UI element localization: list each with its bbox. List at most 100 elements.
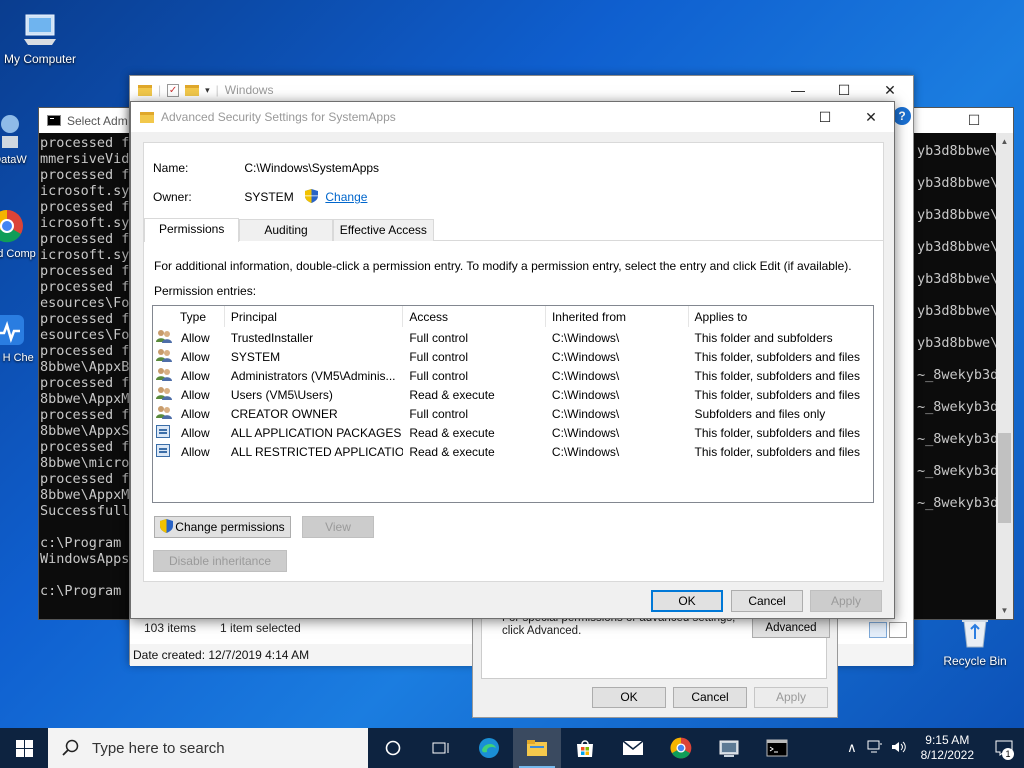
taskbar-command-prompt[interactable]: [753, 728, 801, 768]
desktop-icon-pc-health[interactable]: PC H Che: [0, 310, 40, 364]
users-icon: [153, 367, 175, 384]
desktop-icon-chrome[interactable]: Wind Comp: [0, 206, 38, 260]
permissions-panel: Name: C:\Windows\SystemApps Owner: SYSTE…: [143, 142, 884, 582]
entry-principal: CREATOR OWNER: [230, 406, 338, 421]
column-header-type[interactable]: Type: [153, 306, 225, 327]
large-icons-view-button[interactable]: [889, 622, 907, 638]
entry-access: Full control: [409, 349, 468, 364]
ok-button[interactable]: OK: [592, 687, 666, 708]
entry-type: Allow: [180, 330, 210, 345]
taskbar-store[interactable]: [561, 728, 609, 768]
console-line: ~_8wekyb3d: [917, 495, 999, 511]
apply-button[interactable]: Apply: [754, 687, 828, 708]
properties-icon[interactable]: ✓: [167, 83, 180, 97]
name-value: C:\Windows\SystemApps: [244, 161, 380, 175]
close-button[interactable]: ✕: [848, 102, 894, 132]
apply-button[interactable]: Apply: [810, 590, 882, 612]
console-line: ~_8wekyb3d: [917, 367, 999, 383]
permission-entry-row[interactable]: Allow TrustedInstaller Full control C:\Wind…: [153, 328, 873, 347]
cancel-button[interactable]: Cancel: [731, 590, 803, 612]
network-icon[interactable]: [863, 740, 887, 757]
desktop-icon-label: PC H Che: [0, 352, 34, 364]
maximize-button[interactable]: ☐: [951, 108, 997, 133]
permission-entry-row[interactable]: Allow CREATOR OWNER Full control C:\Windows…: [153, 404, 873, 423]
users-icon: [153, 386, 175, 403]
entry-principal: Administrators (VM5\Adminis...: [230, 368, 396, 383]
name-row: Name: C:\Windows\SystemApps: [153, 161, 379, 175]
advanced-note-line: click Advanced.: [502, 625, 582, 637]
minimize-button[interactable]: —: [775, 76, 821, 104]
desktop-icon-label: Recycle Bin: [943, 654, 1007, 668]
ok-button[interactable]: OK: [651, 590, 723, 612]
cortana-button[interactable]: [369, 728, 417, 768]
console-scrollbar[interactable]: ▲ ▼: [996, 133, 1013, 619]
maximize-button[interactable]: ☐: [802, 102, 848, 132]
details-view-button[interactable]: [869, 622, 887, 638]
system-tray: ∧ 9:15 AM 8/12/2022 1: [841, 728, 1024, 768]
change-permissions-button[interactable]: Change permissions: [154, 516, 291, 538]
clock[interactable]: 9:15 AM 8/12/2022: [911, 733, 984, 763]
taskbar-mail[interactable]: [609, 728, 657, 768]
notifications-button[interactable]: 1: [984, 728, 1024, 768]
maximize-button[interactable]: ☐: [821, 76, 867, 104]
column-header-access[interactable]: Access: [403, 306, 546, 327]
taskbar-system-config[interactable]: [705, 728, 753, 768]
taskbar-edge[interactable]: [465, 728, 513, 768]
cancel-button[interactable]: Cancel: [673, 687, 747, 708]
column-header-applies-to[interactable]: Applies to: [689, 306, 873, 327]
permission-entry-row[interactable]: Allow SYSTEM Full control C:\Windows\ This f…: [153, 347, 873, 366]
new-folder-icon[interactable]: [185, 84, 200, 96]
desktop-icon-my-computer[interactable]: My Computer: [0, 10, 80, 66]
entry-applies-to: This folder, subfolders and files: [694, 387, 860, 402]
column-header-principal[interactable]: Principal: [225, 306, 404, 327]
entry-applies-to: This folder and subfolders: [694, 330, 833, 345]
windows-logo-icon: [15, 739, 33, 757]
taskbar-chrome[interactable]: [657, 728, 705, 768]
clock-date: 8/12/2022: [920, 748, 974, 762]
desktop-icon-label: My Computer: [3, 52, 77, 66]
permission-entry-row[interactable]: Allow ALL APPLICATION PACKAGES Read & exec…: [153, 423, 873, 442]
advanced-security-dialog[interactable]: Advanced Security Settings for SystemApp…: [130, 101, 895, 619]
scroll-up-arrow-icon[interactable]: ▲: [996, 133, 1013, 150]
entry-principal: ALL RESTRICTED APPLICATIO...: [230, 444, 404, 459]
users-icon: [153, 329, 175, 346]
task-view-button[interactable]: [417, 728, 465, 768]
advanced-button[interactable]: Advanced: [752, 618, 830, 638]
taskbar: Type here to search ∧ 9:15 AM 8/12/2022: [0, 728, 1024, 768]
taskbar-file-explorer[interactable]: [513, 728, 561, 768]
change-permissions-label: Change permissions: [175, 520, 285, 534]
dialog-titlebar[interactable]: Advanced Security Settings for SystemApp…: [131, 102, 894, 132]
entry-applies-to: Subfolders and files only: [694, 406, 826, 421]
change-owner-link[interactable]: Change: [325, 190, 367, 204]
start-button[interactable]: [0, 728, 48, 768]
tab-effective-access[interactable]: Effective Access: [332, 219, 434, 241]
scroll-down-arrow-icon[interactable]: ▼: [996, 602, 1013, 619]
notification-count-badge: 1: [1002, 748, 1014, 760]
package-icon: [153, 424, 175, 441]
quick-access-dropdown-icon[interactable]: ▾: [205, 85, 210, 96]
system-config-icon: [719, 740, 739, 757]
info-text: For additional information, double-click…: [154, 259, 852, 273]
permission-entry-row[interactable]: Allow ALL RESTRICTED APPLICATIO... Read & …: [153, 442, 873, 461]
view-button[interactable]: View: [302, 516, 374, 538]
command-prompt-icon: [766, 739, 788, 757]
disable-inheritance-button[interactable]: Disable inheritance: [153, 550, 287, 572]
tab-permissions[interactable]: Permissions: [144, 218, 240, 242]
file-explorer-icon: [527, 740, 547, 756]
close-button[interactable]: ✕: [867, 76, 913, 104]
tab-auditing[interactable]: Auditing: [239, 219, 333, 241]
permission-entry-row[interactable]: Allow Administrators (VM5\Adminis... Full …: [153, 366, 873, 385]
permission-entries-list[interactable]: Type Principal Access Inherited from App…: [152, 305, 874, 503]
show-hidden-icons-icon[interactable]: ∧: [841, 740, 863, 756]
volume-icon[interactable]: [887, 740, 911, 757]
column-header-inherited-from[interactable]: Inherited from: [546, 306, 689, 327]
help-icon[interactable]: ?: [893, 107, 911, 125]
desktop-icon-label: Wind Comp: [0, 248, 36, 260]
permission-entry-row[interactable]: Allow Users (VM5\Users) Read & execute C:\W…: [153, 385, 873, 404]
taskbar-search[interactable]: Type here to search: [48, 728, 368, 768]
console-line: yb3d8bbwe\R: [917, 335, 1007, 351]
desktop-icon-dataw[interactable]: DataW: [0, 112, 40, 166]
desktop-icon-recycle-bin[interactable]: Recycle Bin: [935, 612, 1015, 668]
scrollbar-thumb[interactable]: [998, 433, 1011, 523]
console-line: yb3d8bbwe\m: [917, 239, 1007, 255]
